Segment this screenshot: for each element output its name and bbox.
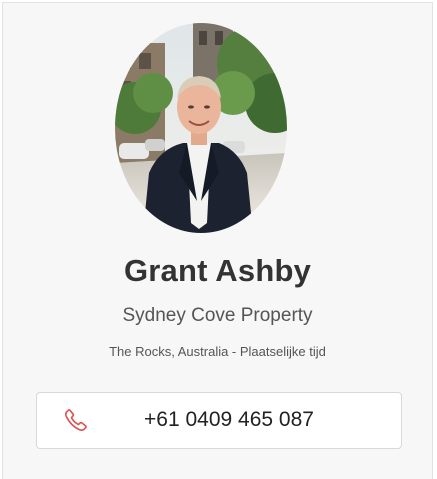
agent-company[interactable]: Sydney Cove Property (3, 305, 432, 327)
call-phone-button[interactable]: +61 0409 465 087 (36, 392, 402, 449)
agent-card: Grant Ashby Sydney Cove Property The Roc… (2, 2, 433, 479)
agent-photo (115, 23, 287, 233)
agent-name: Grant Ashby (123, 253, 312, 288)
agent-portrait-image (115, 23, 287, 233)
agent-location: The Rocks, Australia - Plaatselijke tijd (109, 344, 326, 359)
phone-number: +61 0409 465 087 (144, 408, 314, 431)
